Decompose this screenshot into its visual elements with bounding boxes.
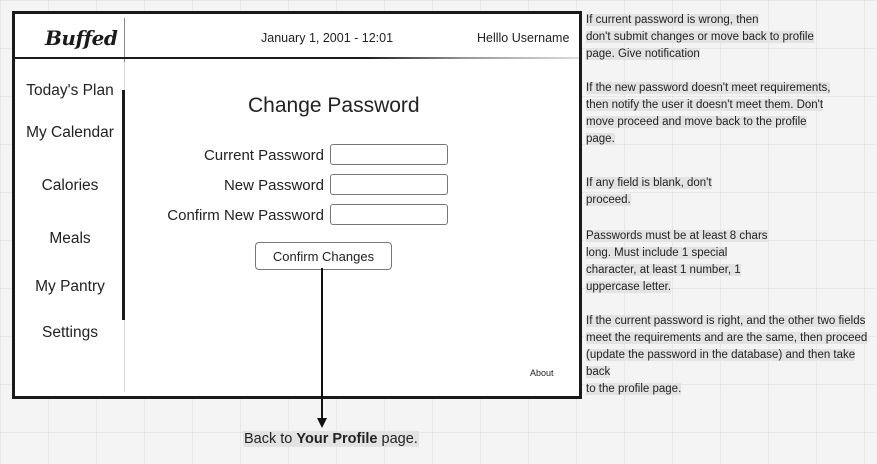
note-line: If the new password doesn't meet require… (586, 82, 831, 94)
user-greeting: Helllo Username (477, 31, 570, 45)
sidebar-item-my-calendar[interactable]: My Calendar (15, 124, 125, 142)
current-password-field[interactable] (330, 144, 448, 165)
annotation-wrong-password: If current password is wrong, then don't… (586, 12, 876, 63)
note-line: If the current password is right, and th… (586, 315, 866, 327)
note-line: character, at least 1 number, 1 (586, 264, 741, 276)
note-line: If any field is blank, don't (586, 177, 712, 189)
back-note-suffix: page. (377, 431, 418, 447)
sidebar-item-todays-plan[interactable]: Today's Plan (15, 82, 125, 100)
note-line: don't submit changes or move back to pro… (586, 31, 814, 43)
note-line: (update the password in the database) an… (586, 349, 856, 378)
about-link[interactable]: About (530, 368, 554, 378)
date-time-display: January 1, 2001 - 12:01 (261, 31, 394, 45)
flow-arrow-head-icon (317, 418, 327, 428)
annotation-success-flow: If the current password is right, and th… (586, 313, 876, 398)
sidebar-item-meals[interactable]: Meals (15, 230, 125, 248)
page-title: Change Password (248, 94, 420, 117)
header-divider (15, 57, 579, 59)
current-password-label: Current Password (203, 147, 324, 164)
note-line: then notify the user it doesn't meet the… (586, 99, 824, 111)
note-line: meet the requirements and are the same, … (586, 332, 868, 344)
confirm-changes-button[interactable]: Confirm Changes (255, 242, 392, 270)
confirm-password-field[interactable] (330, 204, 448, 225)
annotation-blank-field: If any field is blank, don't proceed. (586, 175, 876, 209)
annotation-password-rules: Passwords must be at least 8 chars long.… (586, 228, 876, 296)
note-line: uppercase letter. (586, 281, 672, 293)
note-line: page. Give notification (586, 48, 700, 60)
note-line: If current password is wrong, then (586, 14, 759, 26)
note-line: page. (586, 133, 615, 145)
note-line: Passwords must be at least 8 chars (586, 230, 768, 242)
sidebar-item-calories[interactable]: Calories (15, 177, 125, 195)
sidebar-item-settings[interactable]: Settings (15, 324, 125, 342)
flow-arrow-line (321, 268, 323, 420)
note-line: proceed. (586, 194, 631, 206)
confirm-password-label: Confirm New Password (167, 207, 324, 224)
app-window: Buffed January 1, 2001 - 12:01 Helllo Us… (12, 11, 582, 399)
sidebar-item-my-pantry[interactable]: My Pantry (15, 278, 125, 296)
note-line: move proceed and move back to the profil… (586, 116, 807, 128)
back-note-prefix: Back to (244, 431, 297, 447)
app-logo[interactable]: Buffed (45, 26, 118, 50)
note-line: to the profile page. (586, 383, 682, 395)
note-line: long. Must include 1 special (586, 247, 728, 259)
new-password-label: New Password (223, 177, 324, 194)
back-to-profile-note: Back to Your Profile page. (243, 431, 419, 447)
new-password-field[interactable] (330, 174, 448, 195)
back-note-target: Your Profile (296, 431, 378, 447)
annotation-requirements-not-met: If the new password doesn't meet require… (586, 80, 876, 148)
